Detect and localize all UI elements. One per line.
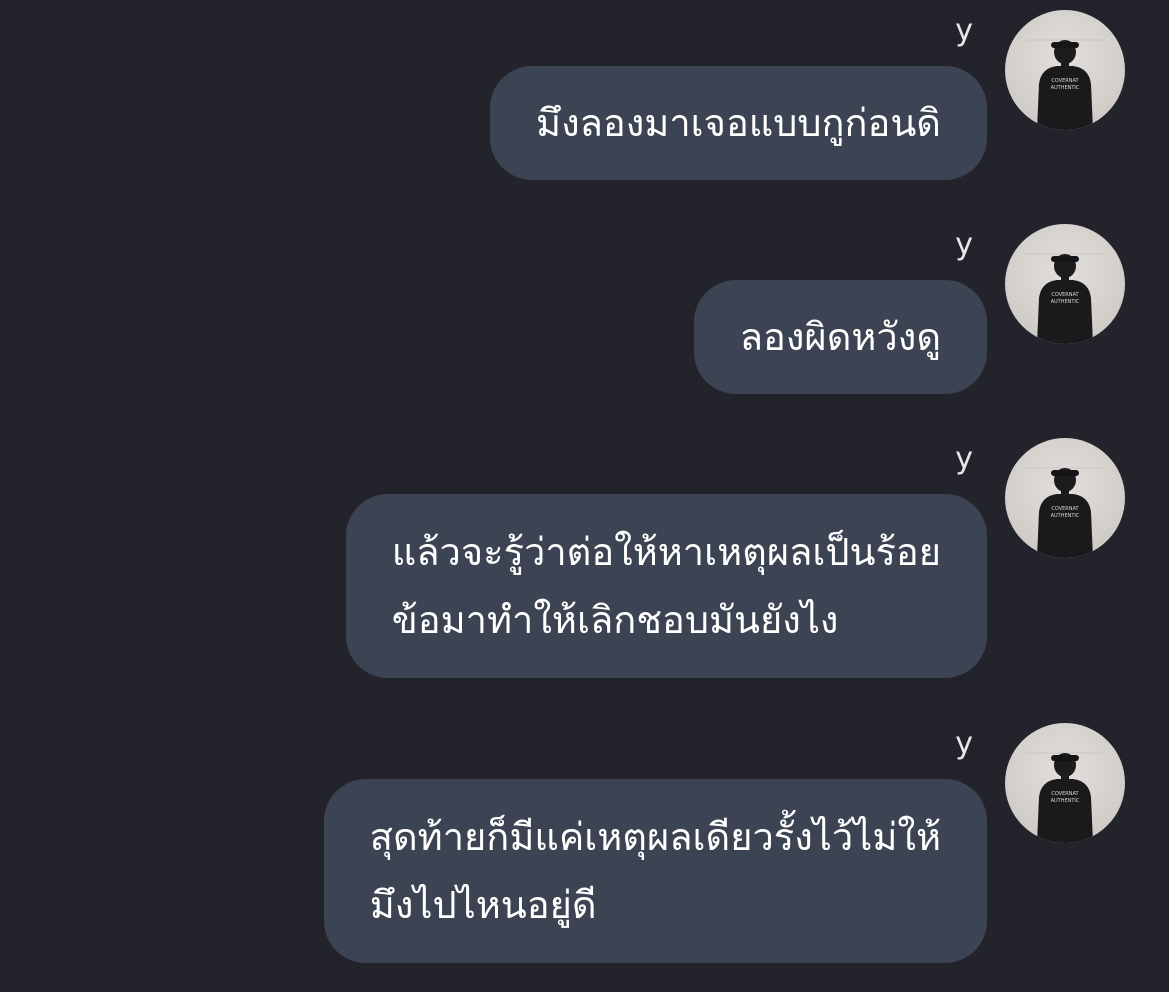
person-back-shirt-icon: COVERNAT AUTHENTIC bbox=[1025, 39, 1105, 130]
message-bubble[interactable]: แล้วจะรู้ว่าต่อให้หาเหตุผลเป็นร้อย ข้อมา… bbox=[345, 494, 987, 678]
message-bubble[interactable]: มึงลองมาเจอแบบกูก่อนดิ bbox=[490, 66, 987, 180]
message-text: ข้อมาทำให้เลิกชอบมันยังไง bbox=[391, 598, 839, 642]
person-back-shirt-icon: COVERNAT AUTHENTIC bbox=[1025, 467, 1105, 558]
message-group: y COVERNAT AUTHENTIC แล้วจะรู้ว่าต่อให้ห… bbox=[0, 438, 1169, 690]
message-text: สุดท้ายก็มีแค่เหตุผลเดียวรั้งไว้ไม่ให้ bbox=[369, 815, 941, 859]
person-back-shirt-icon: COVERNAT AUTHENTIC bbox=[1025, 752, 1105, 843]
sender-name: y bbox=[955, 726, 973, 761]
shirt-print: COVERNAT bbox=[1051, 292, 1079, 298]
avatar[interactable]: COVERNAT AUTHENTIC bbox=[1005, 224, 1125, 344]
shirt-print: COVERNAT bbox=[1051, 791, 1079, 797]
shirt-print: AUTHENTIC bbox=[1051, 798, 1080, 804]
avatar[interactable]: COVERNAT AUTHENTIC bbox=[1005, 438, 1125, 558]
message-text: มึงไปไหนอยู่ดี bbox=[369, 883, 597, 927]
sender-name: y bbox=[955, 441, 973, 476]
message-group: y COVERNAT AUTHENTIC ลองผิดหวังดู bbox=[0, 224, 1169, 406]
message-bubble[interactable]: สุดท้ายก็มีแค่เหตุผลเดียวรั้งไว้ไม่ให้ ม… bbox=[323, 779, 987, 963]
person-back-shirt-icon: COVERNAT AUTHENTIC bbox=[1025, 253, 1105, 344]
shirt-print: AUTHENTIC bbox=[1051, 513, 1080, 519]
message-text: แล้วจะรู้ว่าต่อให้หาเหตุผลเป็นร้อย bbox=[391, 530, 941, 574]
shirt-print: COVERNAT bbox=[1051, 78, 1079, 84]
avatar[interactable]: COVERNAT AUTHENTIC bbox=[1005, 10, 1125, 130]
message-group: y COVERNAT AUTHENTIC สุดท้ายก็มีแค่เหตุผ… bbox=[0, 723, 1169, 975]
sender-name: y bbox=[955, 227, 973, 262]
message-text: ลองผิดหวังดู bbox=[739, 315, 941, 359]
message-bubble[interactable]: ลองผิดหวังดู bbox=[693, 280, 987, 394]
shirt-print: AUTHENTIC bbox=[1051, 299, 1080, 305]
message-group: y COVERNAT AUTHENTIC มึงลองมาเจอแบบกูก่อ… bbox=[0, 10, 1169, 192]
sender-name: y bbox=[955, 13, 973, 48]
chat-thread: y COVERNAT AUTHENTIC มึงลองมาเจอแบบกูก่อ… bbox=[0, 0, 1169, 992]
shirt-print: COVERNAT bbox=[1051, 506, 1079, 512]
message-text: มึงลองมาเจอแบบกูก่อนดิ bbox=[536, 101, 941, 145]
shirt-print: AUTHENTIC bbox=[1051, 85, 1080, 91]
avatar[interactable]: COVERNAT AUTHENTIC bbox=[1005, 723, 1125, 843]
